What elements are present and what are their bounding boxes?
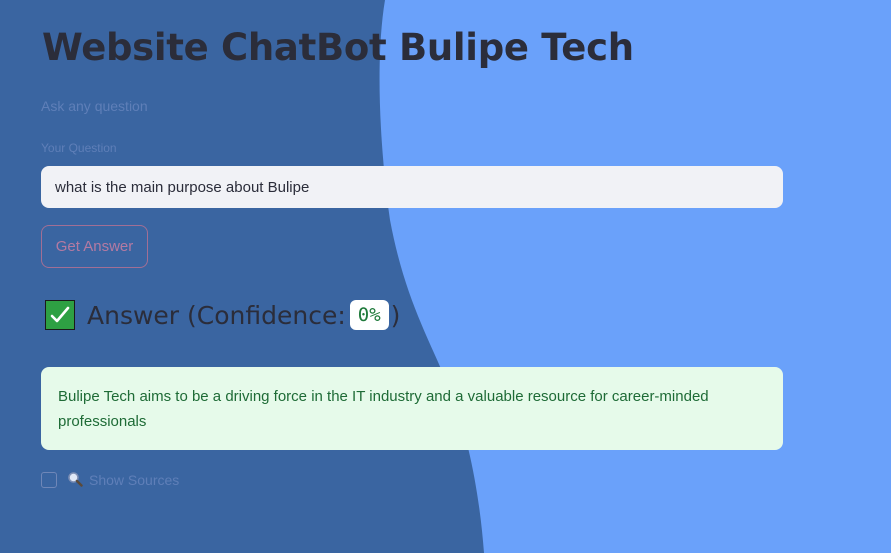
answer-text-box: Bulipe Tech aims to be a driving force i… xyxy=(41,367,783,450)
magnifier-icon xyxy=(67,471,83,490)
check-mark-icon xyxy=(45,300,75,330)
show-sources-toggle[interactable]: Show Sources xyxy=(41,471,179,489)
confidence-badge: 0% xyxy=(349,300,389,330)
page-title: Website ChatBot Bulipe Tech xyxy=(42,26,634,69)
page-subtitle: Ask any question xyxy=(41,98,148,114)
question-input[interactable] xyxy=(41,166,783,208)
show-sources-label[interactable]: Show Sources xyxy=(67,471,179,490)
answer-heading-suffix: ) xyxy=(390,300,401,330)
main-content: Website ChatBot Bulipe Tech Ask any ques… xyxy=(0,0,891,553)
get-answer-button[interactable]: Get Answer xyxy=(41,225,148,268)
answer-heading: Answer (Confidence: 0% ) xyxy=(45,296,400,334)
show-sources-text: Show Sources xyxy=(89,472,180,488)
answer-heading-prefix: Answer (Confidence: xyxy=(87,300,346,330)
question-label: Your Question xyxy=(41,141,117,155)
show-sources-checkbox[interactable] xyxy=(41,472,57,488)
